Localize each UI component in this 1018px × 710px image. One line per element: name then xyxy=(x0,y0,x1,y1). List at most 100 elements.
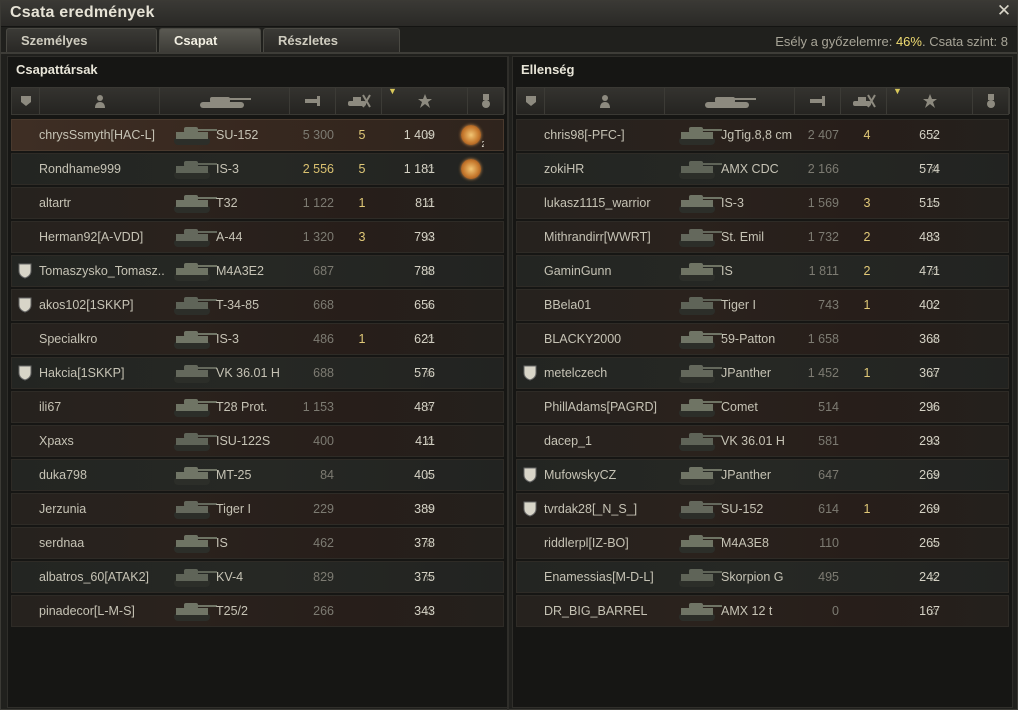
clan-slot xyxy=(18,222,34,252)
damage-value: 688 xyxy=(313,366,334,380)
enemies-col-medal-header[interactable] xyxy=(973,88,1010,114)
xp-star-icon: ☆ xyxy=(424,400,435,414)
title-bar: Csata eredmények ✕ xyxy=(1,1,1017,27)
player-row[interactable]: Mithrandirr[WWRT] St. Emil 1 732 2 483 ☆ xyxy=(516,221,1009,253)
tank-silhouette-icon xyxy=(170,222,222,252)
xp-star-icon: ☆ xyxy=(929,196,940,210)
player-row[interactable]: metelczech JPanther 1 452 1 367 ☆ xyxy=(516,357,1009,389)
allies-col-kills-header[interactable] xyxy=(336,88,382,114)
clan-slot xyxy=(18,426,34,456)
enemies-rows: chris98[-PFC-] JgTig.8,8 cm 2 407 4 652 ☆ zoki… xyxy=(516,119,1009,629)
damage-value: 1 153 xyxy=(302,400,334,414)
player-row[interactable]: duka798 MT-25 84 405 ☆ xyxy=(11,459,504,491)
player-row[interactable]: chrysSsmyth[HAC-L] SU-152 5 300 5 1 409 ☆ 2 xyxy=(11,119,504,151)
medal-icon[interactable] xyxy=(461,159,481,179)
allies-col-medal-header[interactable] xyxy=(468,88,505,114)
tank-silhouette-icon xyxy=(170,528,222,558)
enemies-col-platoon-header[interactable] xyxy=(517,88,545,114)
xp-star-icon: ☆ xyxy=(424,332,435,346)
clan-slot xyxy=(18,188,34,218)
player-row[interactable]: serdnaa IS 462 378 ☆ xyxy=(11,527,504,559)
xp-star-icon: ☆ xyxy=(424,196,435,210)
allies-col-damage-header[interactable] xyxy=(290,88,336,114)
player-row[interactable]: Herman92[A-VDD] A-44 1 320 3 793 ☆ xyxy=(11,221,504,253)
player-row[interactable]: ili67 T28 Prot. 1 153 487 ☆ xyxy=(11,391,504,423)
enemies-panel: Ellenség ▼ chris98[-PFC-] JgTig.8,8 cm 2 4… xyxy=(512,56,1013,708)
player-row[interactable]: pinadecor[L-M-S] T25/2 266 343 ☆ xyxy=(11,595,504,627)
player-icon xyxy=(598,94,612,108)
player-row[interactable]: GaminGunn IS 1 811 2 471 ☆ xyxy=(516,255,1009,287)
tank-silhouette-icon xyxy=(675,154,727,184)
player-row[interactable]: Tomaszysko_Tomasz.. M4A3E2 687 788 ☆ xyxy=(11,255,504,287)
player-row[interactable]: Xpaxs ISU-122S 400 411 ☆ xyxy=(11,425,504,457)
player-name: Hakcia[1SKKP] xyxy=(39,366,125,380)
kills-value xyxy=(853,154,881,184)
xp-star-icon: ☆ xyxy=(929,332,940,346)
clan-slot xyxy=(523,528,539,558)
player-row[interactable]: Enamessias[M-D-L] Skorpion G 495 242 ☆ xyxy=(516,561,1009,593)
medal-slot xyxy=(963,188,989,218)
tank-silhouette-icon xyxy=(675,324,727,354)
player-row[interactable]: MufowskyCZ JPanther 647 269 ☆ xyxy=(516,459,1009,491)
allies-col-tank-header[interactable] xyxy=(160,88,290,114)
clan-slot xyxy=(18,494,34,524)
kills-value: 2 xyxy=(863,230,871,244)
player-name: Rondhame999 xyxy=(39,162,122,176)
player-row[interactable]: chris98[-PFC-] JgTig.8,8 cm 2 407 4 652 ☆ xyxy=(516,119,1009,151)
player-row[interactable]: dacep_1 VK 36.01 H 581 293 ☆ xyxy=(516,425,1009,457)
player-name: Specialkro xyxy=(39,332,98,346)
xp-star-icon: ☆ xyxy=(424,162,435,176)
player-row[interactable]: tvrdak28[_N_S_] SU-152 614 1 269 ☆ xyxy=(516,493,1009,525)
player-row[interactable]: akos102[1SKKP] T-34-85 668 656 ☆ xyxy=(11,289,504,321)
medal-icon xyxy=(480,93,492,109)
enemies-col-kills-header[interactable] xyxy=(841,88,887,114)
player-row[interactable]: Jerzunia Tiger I 229 389 ☆ xyxy=(11,493,504,525)
player-row[interactable]: lukasz1115_warrior IS-3 1 569 3 515 ☆ xyxy=(516,187,1009,219)
player-row[interactable]: BBela01 Tiger I 743 1 402 ☆ xyxy=(516,289,1009,321)
tank-silhouette-icon xyxy=(170,460,222,490)
xp-star-icon: ☆ xyxy=(929,298,940,312)
player-row[interactable]: albatros_60[ATAK2] KV-4 829 375 ☆ xyxy=(11,561,504,593)
player-name: ili67 xyxy=(39,400,62,414)
player-row[interactable]: Specialkro IS-3 486 1 621 ☆ xyxy=(11,323,504,355)
player-row[interactable]: riddlerpl[IZ-BO] M4A3E8 110 265 ☆ xyxy=(516,527,1009,559)
window-title: Csata eredmények xyxy=(10,4,155,21)
close-icon[interactable]: ✕ xyxy=(995,2,1013,20)
kills-value xyxy=(348,528,376,558)
enemies-col-player-header[interactable] xyxy=(545,88,665,114)
enemies-col-damage-header[interactable] xyxy=(795,88,841,114)
player-name: duka798 xyxy=(39,468,87,482)
allies-col-player-header[interactable] xyxy=(40,88,160,114)
medal-slot xyxy=(458,188,484,218)
xp-star-icon: ☆ xyxy=(929,570,940,584)
player-row[interactable]: altartr T32 1 122 1 811 ☆ xyxy=(11,187,504,219)
allies-col-platoon-header[interactable] xyxy=(12,88,40,114)
damage-value: 2 556 xyxy=(302,162,334,176)
tab-team-score[interactable]: Csapat pont xyxy=(159,28,261,72)
player-row[interactable]: Hakcia[1SKKP] VK 36.01 H 688 576 ☆ xyxy=(11,357,504,389)
player-row[interactable]: DR_BIG_BARREL AMX 12 t 0 167 ☆ xyxy=(516,595,1009,627)
kills-value xyxy=(348,256,376,286)
tab-personal-results[interactable]: Személyes eredmény xyxy=(6,28,157,72)
platoon-icon xyxy=(19,94,33,108)
player-row[interactable]: zokiHR AMX CDC 2 166 574 ☆ xyxy=(516,153,1009,185)
platoon-icon xyxy=(524,94,538,108)
player-row[interactable]: Rondhame999 IS-3 2 556 5 1 181 ☆ xyxy=(11,153,504,185)
kills-value: 1 xyxy=(863,366,871,380)
xp-star-icon: ☆ xyxy=(929,604,940,618)
tank-silhouette-icon xyxy=(170,256,222,286)
medal-slot xyxy=(963,562,989,592)
clan-shield-icon xyxy=(18,256,34,286)
enemies-col-xp-header[interactable]: ▼ xyxy=(887,86,973,114)
tab-detailed-report[interactable]: Részletes jelentés xyxy=(263,28,400,72)
damage-value: 5 300 xyxy=(302,128,334,142)
damage-value: 495 xyxy=(818,570,839,584)
player-row[interactable]: BLACKY2000 59-Patton 1 658 368 ☆ xyxy=(516,323,1009,355)
enemies-col-tank-header[interactable] xyxy=(665,88,795,114)
damage-value: 229 xyxy=(313,502,334,516)
player-row[interactable]: PhillAdams[PAGRD] Comet 514 296 ☆ xyxy=(516,391,1009,423)
allies-col-xp-header[interactable]: ▼ xyxy=(382,86,468,114)
tank-silhouette-icon xyxy=(170,358,222,388)
xp-icon xyxy=(417,93,433,109)
medal-icon[interactable]: 2 xyxy=(461,125,484,149)
